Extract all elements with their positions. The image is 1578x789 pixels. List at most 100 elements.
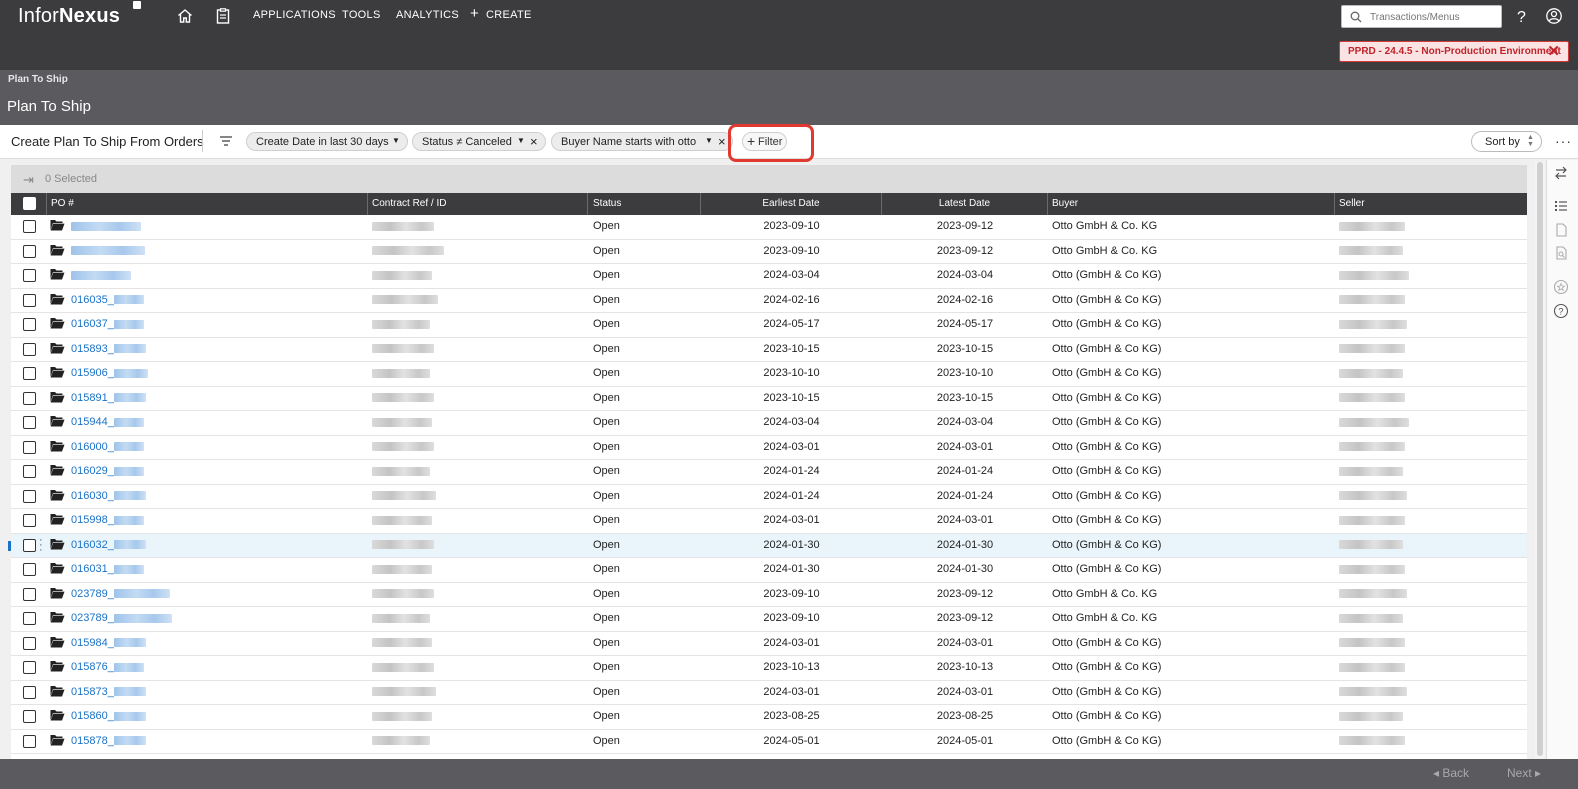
table-row[interactable]: Open 2023-09-10 2023-09-12 Otto GmbH & Co. … bbox=[11, 239, 1527, 264]
table-row[interactable]: 016035_ Open 2024-02-16 2024-02-16 Otto (Gmb… bbox=[11, 288, 1527, 313]
folder-open-icon[interactable] bbox=[50, 268, 65, 280]
row-checkbox[interactable] bbox=[23, 612, 36, 625]
po-number-link[interactable]: 015944_ bbox=[71, 416, 144, 428]
chevron-down-icon[interactable]: ▼ bbox=[517, 136, 525, 145]
po-number-link[interactable]: 016035_ bbox=[71, 294, 144, 306]
back-button[interactable]: ◂ Back bbox=[1433, 766, 1469, 780]
table-row[interactable]: Open 2024-03-04 2024-03-04 Otto (GmbH & Co … bbox=[11, 264, 1527, 289]
folder-open-icon[interactable] bbox=[50, 440, 65, 452]
folder-open-icon[interactable] bbox=[50, 219, 65, 231]
table-row[interactable]: 015906_ Open 2023-10-10 2023-10-10 Otto (Gmb… bbox=[11, 362, 1527, 387]
column-header-po[interactable]: PO # bbox=[47, 193, 368, 215]
row-checkbox[interactable] bbox=[23, 563, 36, 576]
row-checkbox[interactable] bbox=[23, 661, 36, 674]
chevron-down-icon[interactable]: ▼ bbox=[705, 136, 713, 145]
home-icon[interactable] bbox=[176, 7, 194, 25]
table-row[interactable]: 015893_ Open 2023-10-15 2023-10-15 Otto (Gmb… bbox=[11, 337, 1527, 362]
infor-nexus-logo[interactable]: InforNexus bbox=[18, 5, 120, 28]
select-all-checkbox[interactable] bbox=[23, 197, 36, 210]
search-input[interactable] bbox=[1370, 10, 1495, 24]
folder-open-icon[interactable] bbox=[50, 366, 65, 378]
po-number-link[interactable] bbox=[71, 269, 131, 281]
row-actions-icon[interactable]: · · · bbox=[39, 534, 43, 555]
table-row[interactable]: 016031_ Open 2024-01-30 2024-01-30 Otto (Gmb… bbox=[11, 558, 1527, 583]
folder-open-icon[interactable] bbox=[50, 513, 65, 525]
folder-open-icon[interactable] bbox=[50, 587, 65, 599]
row-checkbox[interactable] bbox=[23, 318, 36, 331]
row-checkbox[interactable] bbox=[23, 734, 36, 748]
po-number-link[interactable]: 015984_ bbox=[71, 637, 146, 649]
nav-applications[interactable]: APPLICATIONS bbox=[253, 9, 336, 21]
row-checkbox[interactable] bbox=[23, 220, 36, 233]
table-row[interactable]: Open 2023-09-10 2023-09-12 Otto GmbH & Co. … bbox=[11, 215, 1527, 240]
po-number-link[interactable]: 015876_ bbox=[71, 661, 144, 673]
row-checkbox[interactable] bbox=[23, 710, 36, 723]
search-box[interactable] bbox=[1341, 5, 1502, 28]
table-row[interactable]: 016030_ Open 2024-01-24 2024-01-24 Otto (Gmb… bbox=[11, 484, 1527, 509]
filter-list-icon[interactable] bbox=[218, 133, 234, 149]
column-header-status[interactable]: Status bbox=[588, 193, 701, 215]
column-header-contract-ref[interactable]: Contract Ref / ID bbox=[368, 193, 588, 215]
row-checkbox[interactable] bbox=[23, 587, 36, 601]
table-row[interactable]: 023789_ Open 2023-09-10 2023-09-12 Otto GmbH… bbox=[11, 582, 1527, 607]
table-row[interactable]: 015984_ Open 2024-03-01 2024-03-01 Otto (Gmb… bbox=[11, 631, 1527, 656]
row-checkbox[interactable] bbox=[23, 367, 36, 380]
table-row[interactable]: 015891_ Open 2023-10-15 2023-10-15 Otto (Gmb… bbox=[11, 386, 1527, 411]
favorite-star-icon[interactable] bbox=[1553, 279, 1569, 295]
folder-open-icon[interactable] bbox=[50, 391, 65, 403]
folder-open-icon[interactable] bbox=[50, 709, 65, 721]
table-row[interactable]: 023789_ Open 2023-09-10 2023-09-12 Otto GmbH… bbox=[11, 607, 1527, 632]
user-account-icon[interactable] bbox=[1545, 7, 1563, 25]
vertical-scrollbar[interactable] bbox=[1535, 162, 1545, 758]
row-checkbox[interactable] bbox=[23, 391, 36, 405]
filter-chip-create-date[interactable]: Create Date in last 30 days ▼ bbox=[246, 132, 408, 151]
clipboard-icon[interactable] bbox=[214, 7, 232, 25]
table-row[interactable]: · · · 016032_ Open 2024-01-30 2024-01-30 Otto (… bbox=[8, 533, 1527, 558]
table-row[interactable]: 015998_ Open 2024-03-01 2024-03-01 Otto (Gmb… bbox=[11, 509, 1527, 534]
table-row[interactable]: 016037_ Open 2024-05-17 2024-05-17 Otto (Gmb… bbox=[11, 313, 1527, 338]
chevron-down-icon[interactable]: ▼ bbox=[392, 136, 400, 145]
po-number-link[interactable]: 015998_ bbox=[71, 514, 144, 526]
po-number-link[interactable]: 023789_ bbox=[71, 588, 170, 600]
remove-filter-icon[interactable]: × bbox=[718, 134, 726, 149]
help-circle-icon[interactable]: ? bbox=[1553, 303, 1569, 319]
folder-open-icon[interactable] bbox=[50, 685, 65, 697]
document-search-icon[interactable] bbox=[1553, 245, 1569, 261]
row-checkbox[interactable] bbox=[23, 636, 36, 650]
folder-open-icon[interactable] bbox=[50, 660, 65, 672]
table-row[interactable]: 015873_ Open 2024-03-01 2024-03-01 Otto (Gmb… bbox=[11, 680, 1527, 705]
folder-open-icon[interactable] bbox=[50, 611, 65, 623]
row-checkbox[interactable] bbox=[23, 538, 36, 552]
close-banner-icon[interactable]: ✕ bbox=[1547, 43, 1560, 61]
po-number-link[interactable]: 016030_ bbox=[71, 490, 146, 502]
folder-open-icon[interactable] bbox=[50, 244, 65, 256]
filter-chip-buyer-name[interactable]: Buyer Name starts with otto ▼ × bbox=[551, 132, 733, 151]
filter-chip-status[interactable]: Status ≠ Canceled ▼ × bbox=[412, 132, 546, 151]
po-number-link[interactable]: 015891_ bbox=[71, 392, 146, 404]
po-number-link[interactable]: 016031_ bbox=[71, 563, 144, 575]
folder-open-icon[interactable] bbox=[50, 636, 65, 648]
po-number-link[interactable] bbox=[71, 220, 141, 232]
row-checkbox[interactable] bbox=[23, 440, 36, 454]
row-checkbox[interactable] bbox=[23, 269, 36, 282]
po-number-link[interactable] bbox=[71, 245, 145, 257]
add-filter-button[interactable]: + Filter bbox=[742, 132, 787, 151]
row-checkbox[interactable] bbox=[23, 514, 36, 527]
row-checkbox[interactable] bbox=[23, 685, 36, 699]
po-number-link[interactable]: 016029_ bbox=[71, 465, 144, 477]
po-number-link[interactable]: 016000_ bbox=[71, 441, 144, 453]
row-checkbox[interactable] bbox=[23, 244, 36, 258]
column-header-latest-date[interactable]: Latest Date bbox=[882, 193, 1048, 215]
more-options-button[interactable]: ··· bbox=[1555, 133, 1572, 149]
move-selection-icon[interactable]: ⇥ bbox=[23, 172, 34, 188]
folder-open-icon[interactable] bbox=[50, 734, 65, 746]
remove-filter-icon[interactable]: × bbox=[530, 134, 538, 149]
table-row[interactable]: 015860_ Open 2023-08-25 2023-08-25 Otto (Gmb… bbox=[11, 705, 1527, 730]
row-checkbox[interactable] bbox=[23, 293, 36, 307]
swap-arrows-icon[interactable] bbox=[1553, 165, 1569, 181]
po-number-link[interactable]: 015860_ bbox=[71, 710, 146, 722]
table-row[interactable]: 016000_ Open 2024-03-01 2024-03-01 Otto (Gmb… bbox=[11, 435, 1527, 460]
row-checkbox[interactable] bbox=[23, 342, 36, 356]
folder-open-icon[interactable] bbox=[50, 415, 65, 427]
row-checkbox[interactable] bbox=[23, 465, 36, 478]
